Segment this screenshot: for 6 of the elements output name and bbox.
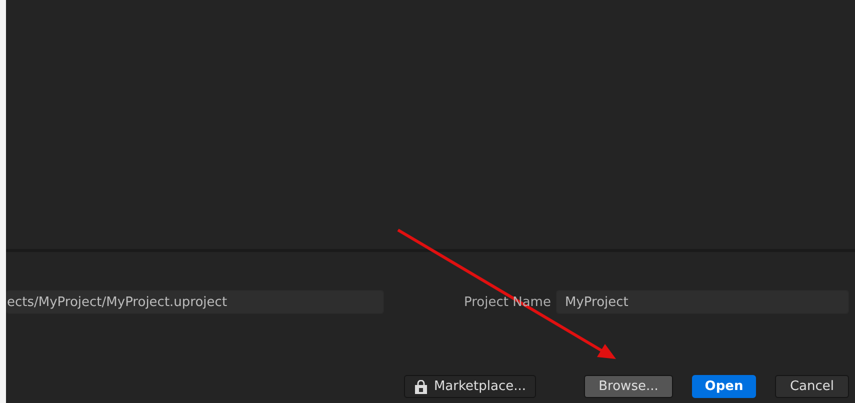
path-field[interactable]: ects/MyProject/MyProject.uproject <box>6 290 384 314</box>
project-name-field[interactable]: MyProject <box>556 290 849 314</box>
marketplace-button[interactable]: Marketplace... <box>404 375 536 398</box>
dialog-button[interactable]: Browse... <box>584 375 673 398</box>
dialog-button[interactable]: Open <box>692 375 756 398</box>
dialog-button[interactable]: Cancel <box>775 375 849 398</box>
